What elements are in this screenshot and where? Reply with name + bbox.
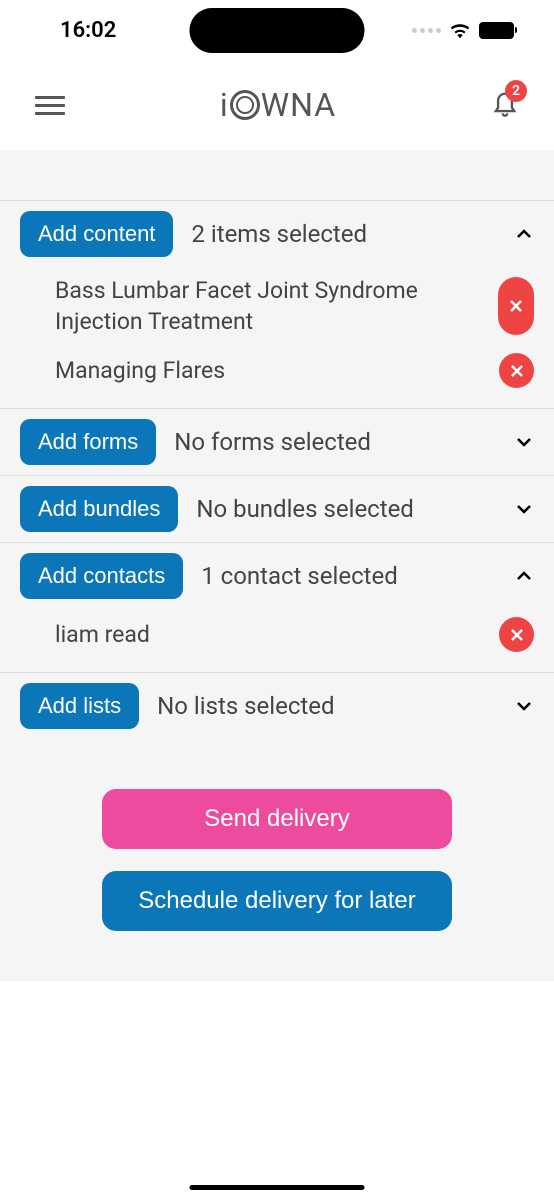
contacts-section: Add contacts 1 contact selected liam rea… — [0, 542, 554, 672]
chevron-down-icon[interactable] — [514, 696, 534, 716]
status-bar: 16:02 — [0, 0, 554, 60]
content-items: Bass Lumbar Facet Joint Syndrome Injecti… — [0, 267, 554, 408]
notch — [190, 8, 365, 53]
bundles-status: No bundles selected — [196, 495, 496, 523]
app-logo: i WNA — [220, 86, 336, 124]
menu-button[interactable] — [35, 96, 65, 115]
chevron-up-icon[interactable] — [514, 566, 534, 586]
forms-section-header[interactable]: Add forms No forms selected — [0, 408, 554, 475]
notifications-button[interactable]: 2 — [491, 88, 519, 122]
content-section: Add content 2 items selected Bass Lumbar… — [0, 200, 554, 408]
wifi-icon — [449, 21, 471, 39]
add-forms-button[interactable]: Add forms — [20, 419, 156, 465]
logo-o-icon — [230, 90, 260, 120]
logo-text-prefix: i — [220, 86, 229, 124]
main-content: Add content 2 items selected Bass Lumbar… — [0, 150, 554, 981]
remove-contact-item-button[interactable] — [499, 617, 534, 652]
close-icon — [509, 627, 525, 643]
content-status: 2 items selected — [191, 220, 496, 248]
add-content-button[interactable]: Add content — [20, 211, 173, 257]
forms-status: No forms selected — [174, 428, 496, 456]
content-item-label: Bass Lumbar Facet Joint Syndrome Injecti… — [55, 275, 478, 337]
lists-section-header[interactable]: Add lists No lists selected — [0, 672, 554, 739]
bundles-section-header[interactable]: Add bundles No bundles selected — [0, 475, 554, 542]
lists-status: No lists selected — [157, 692, 496, 720]
app-header: i WNA 2 — [0, 60, 554, 150]
bundles-section: Add bundles No bundles selected — [0, 475, 554, 542]
chevron-up-icon[interactable] — [514, 224, 534, 244]
close-icon — [508, 298, 524, 314]
chevron-down-icon[interactable] — [514, 499, 534, 519]
lists-section: Add lists No lists selected — [0, 672, 554, 739]
remove-content-item-button[interactable] — [498, 277, 534, 335]
logo-text-suffix: WNA — [261, 86, 336, 124]
battery-icon — [479, 22, 514, 39]
contacts-section-header[interactable]: Add contacts 1 contact selected — [0, 542, 554, 609]
status-icons — [412, 21, 514, 39]
contacts-items: liam read — [0, 609, 554, 672]
add-bundles-button[interactable]: Add bundles — [20, 486, 178, 532]
content-item: Bass Lumbar Facet Joint Syndrome Injecti… — [0, 267, 554, 345]
contacts-status: 1 contact selected — [201, 562, 496, 590]
content-item: Managing Flares — [0, 345, 554, 396]
content-section-header[interactable]: Add content 2 items selected — [0, 200, 554, 267]
add-contacts-button[interactable]: Add contacts — [20, 553, 183, 599]
action-buttons: Send delivery Schedule delivery for late… — [0, 739, 554, 981]
status-time: 16:02 — [60, 18, 116, 43]
forms-section: Add forms No forms selected — [0, 408, 554, 475]
add-lists-button[interactable]: Add lists — [20, 683, 139, 729]
send-delivery-button[interactable]: Send delivery — [102, 789, 452, 849]
remove-content-item-button[interactable] — [499, 353, 534, 388]
contact-item-label: liam read — [55, 619, 479, 650]
home-indicator[interactable] — [190, 1185, 365, 1190]
contact-item: liam read — [0, 609, 554, 660]
close-icon — [509, 363, 525, 379]
notification-badge: 2 — [505, 80, 527, 102]
chevron-down-icon[interactable] — [514, 432, 534, 452]
schedule-delivery-button[interactable]: Schedule delivery for later — [102, 871, 452, 931]
content-item-label: Managing Flares — [55, 355, 479, 386]
cellular-signal-icon — [412, 28, 441, 33]
